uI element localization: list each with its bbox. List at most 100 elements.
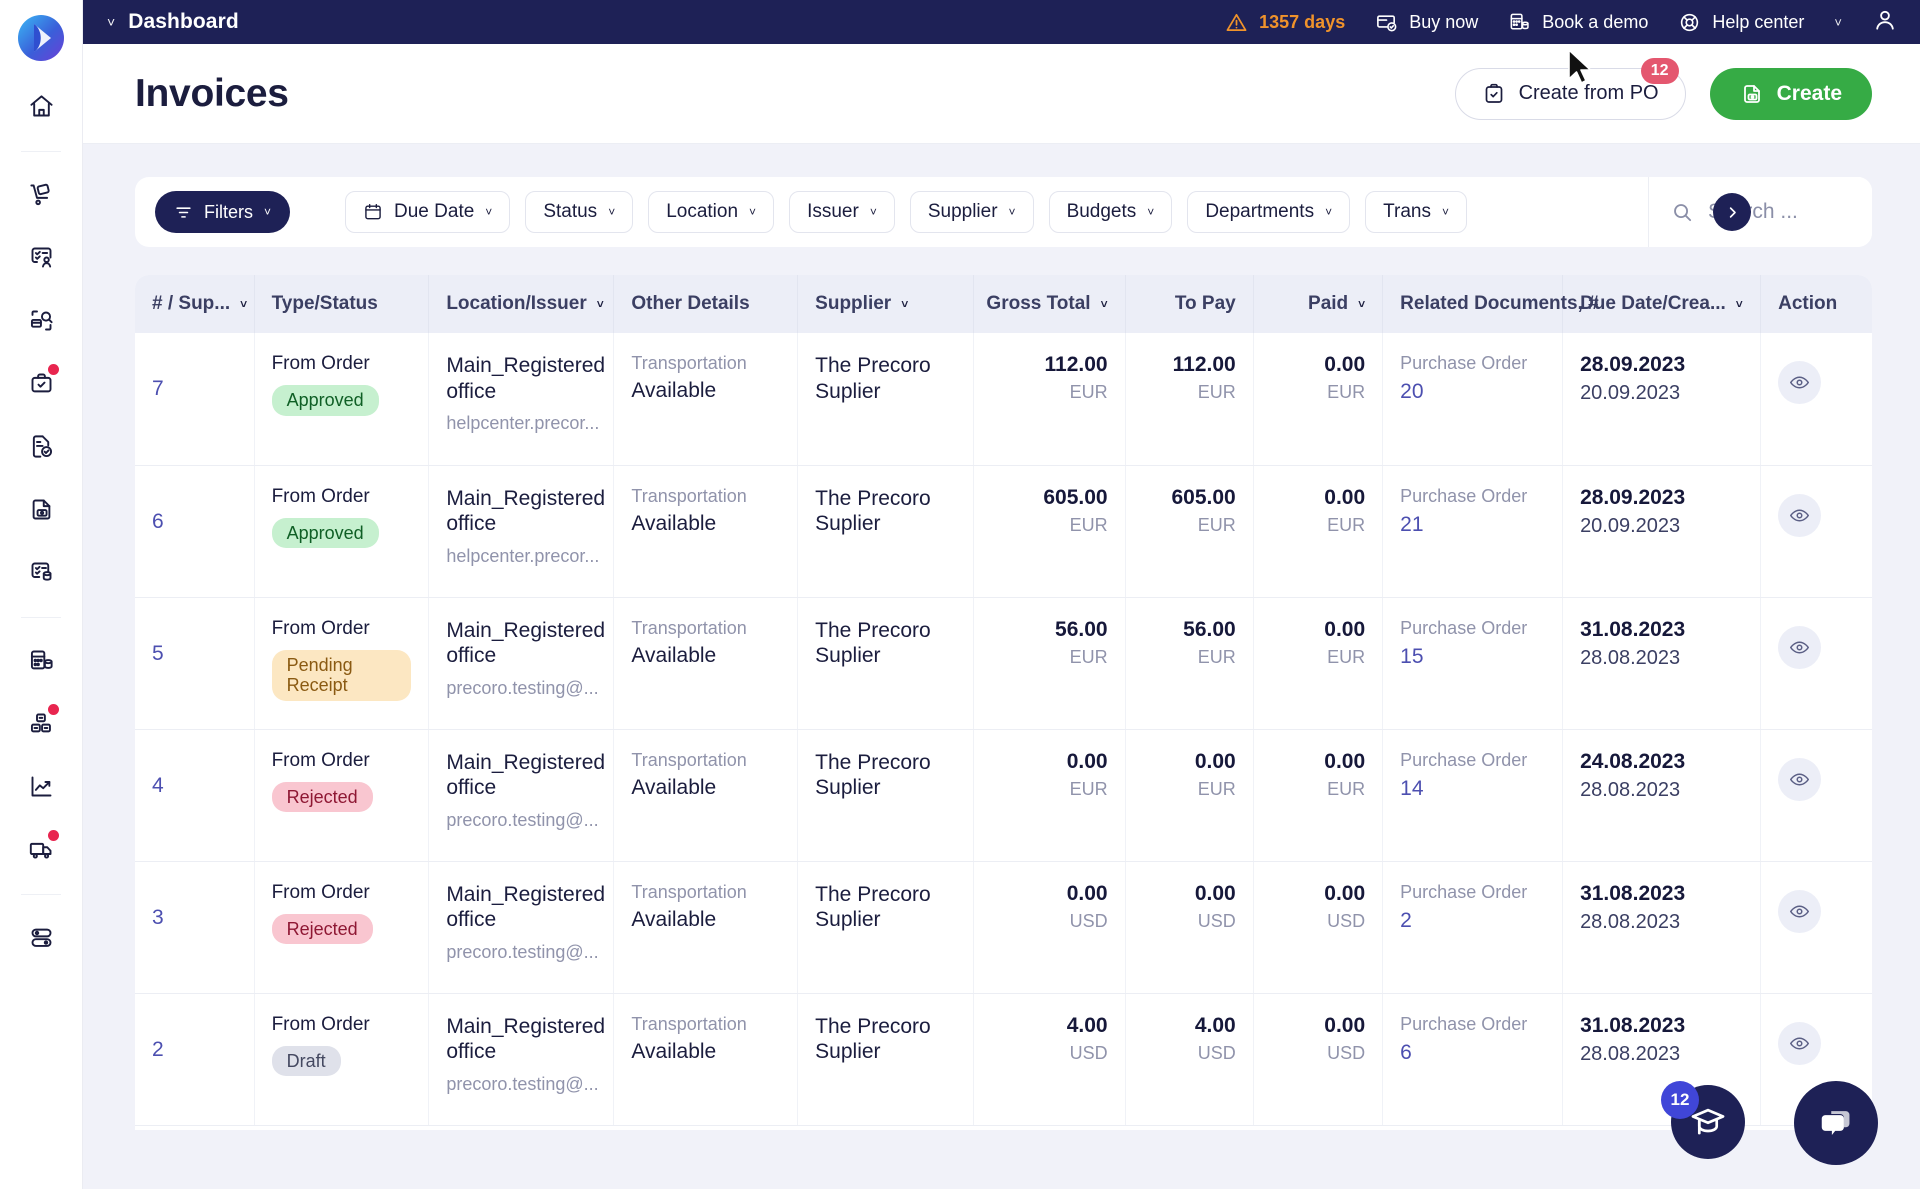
view-invoice-button[interactable] xyxy=(1778,757,1822,801)
help-center-button[interactable]: Help center xyxy=(1678,11,1804,34)
related-document-number[interactable]: 14 xyxy=(1400,777,1545,801)
cell-supplier: The Precoro Suplier xyxy=(797,333,975,466)
other-details-label: Transportation xyxy=(631,881,747,902)
sidebar-item-expenses[interactable] xyxy=(15,546,67,598)
filter-chip-transport[interactable]: Trans ˅ xyxy=(1365,191,1467,233)
learning-center-fab[interactable]: 12 xyxy=(1661,1081,1745,1159)
sidebar-item-receipts[interactable] xyxy=(15,357,67,409)
paid-currency: EUR xyxy=(1327,382,1366,402)
cell-id[interactable]: 7 xyxy=(135,333,255,466)
other-details-value: Available xyxy=(631,775,717,799)
view-invoice-button[interactable] xyxy=(1778,625,1822,669)
create-from-po-button[interactable]: Create from PO 12 xyxy=(1454,57,1686,120)
invoice-type: From Order xyxy=(271,1013,370,1035)
table-row[interactable]: 5 From Order Pending Receipt Main_Registere… xyxy=(135,597,1872,730)
table-row[interactable]: 6 From Order Approved Main_Registered offic… xyxy=(135,465,1872,598)
sidebar-item-settings[interactable] xyxy=(15,911,67,963)
view-invoice-button[interactable] xyxy=(1778,889,1822,933)
created-date: 28.08.2023 xyxy=(1580,910,1681,933)
cell-id[interactable]: 3 xyxy=(135,861,255,994)
cell-id[interactable]: 5 xyxy=(135,597,255,730)
sidebar-item-home[interactable] xyxy=(15,80,67,132)
created-date: 28.08.2023 xyxy=(1580,778,1681,801)
related-document-number[interactable]: 6 xyxy=(1400,1041,1545,1065)
sort-chevron-icon: ˅ xyxy=(1100,297,1108,311)
filter-chip-location[interactable]: Location ˅ xyxy=(648,191,775,233)
filter-chip-supplier[interactable]: Supplier ˅ xyxy=(909,191,1034,233)
column-header-location-issuer[interactable]: Location/Issuer ˅ xyxy=(428,275,615,333)
chat-fab[interactable] xyxy=(1794,1081,1878,1165)
user-avatar-icon[interactable] xyxy=(1872,7,1898,38)
buy-now-button[interactable]: Buy now xyxy=(1375,11,1478,34)
filter-scroll-right-button[interactable] xyxy=(1713,193,1751,231)
column-label: Related Documents, # xyxy=(1400,293,1599,314)
issuer-email: precoro.testing@... xyxy=(446,1073,599,1094)
cell-to-pay: 0.00 USD xyxy=(1125,861,1254,994)
chevron-down-icon: ˅ xyxy=(264,205,272,219)
filter-chip-due-date[interactable]: Due Date ˅ xyxy=(345,191,511,233)
related-document-number[interactable]: 20 xyxy=(1400,380,1545,404)
paid-currency: EUR xyxy=(1327,778,1366,799)
table-row[interactable]: 3 From Order Rejected Main_Registered offic… xyxy=(135,861,1872,994)
to-pay-amount: 0.00 xyxy=(1194,749,1236,773)
table-row[interactable]: 2 From Order Draft Main_Registered office pr… xyxy=(135,993,1872,1126)
status-badge: Approved xyxy=(271,385,379,416)
cell-gross-total: 605.00 EUR xyxy=(973,465,1126,598)
cell-other-details: Transportation Available xyxy=(613,597,799,730)
status-badge: Rejected xyxy=(271,781,373,813)
sidebar-item-suppliers[interactable] xyxy=(15,823,67,875)
filter-chip-status[interactable]: Status ˅ xyxy=(525,191,634,233)
sidebar-item-orders[interactable] xyxy=(15,294,67,346)
dashboard-title[interactable]: Dashboard xyxy=(128,10,239,34)
column-header-supplier[interactable]: Supplier ˅ xyxy=(797,275,975,333)
related-document-number[interactable]: 2 xyxy=(1400,909,1545,933)
sidebar-item-invoices[interactable] xyxy=(15,483,67,535)
status-badge: Draft xyxy=(271,1045,341,1077)
filter-chip-budgets[interactable]: Budgets ˅ xyxy=(1048,191,1173,233)
cell-id[interactable]: 6 xyxy=(135,465,255,598)
column-header-gross-total[interactable]: Gross Total ˅ xyxy=(973,275,1126,333)
chat-bubble-icon xyxy=(1821,1111,1850,1136)
sidebar-item-documents[interactable] xyxy=(15,420,67,472)
sidebar-item-budgets[interactable] xyxy=(15,634,67,686)
column-label: Other Details xyxy=(631,293,750,314)
due-date: 31.08.2023 xyxy=(1580,1013,1686,1037)
sidebar-item-approvals[interactable] xyxy=(15,231,67,283)
chevron-down-icon[interactable]: ˅ xyxy=(107,15,115,29)
view-invoice-button[interactable] xyxy=(1778,493,1822,537)
to-pay-currency: USD xyxy=(1197,1042,1236,1063)
gross-total-amount: 0.00 xyxy=(1066,749,1108,773)
cell-id[interactable]: 2 xyxy=(135,993,255,1126)
table-row[interactable]: 4 From Order Rejected Main_Registered offic… xyxy=(135,729,1872,862)
create-label: Create xyxy=(1776,81,1842,105)
filters-button[interactable]: Filters ˅ xyxy=(155,191,291,233)
issuer-email: precoro.testing@... xyxy=(446,677,599,698)
filter-chip-issuer[interactable]: Issuer ˅ xyxy=(789,191,895,233)
view-invoice-button[interactable] xyxy=(1778,361,1822,404)
sidebar-item-analytics[interactable] xyxy=(15,760,67,812)
view-invoice-button[interactable] xyxy=(1778,1021,1822,1065)
app-logo[interactable] xyxy=(13,10,69,66)
topbar-chevron-down-icon[interactable]: ˅ xyxy=(1834,15,1842,30)
cell-type-status: From Order Draft xyxy=(254,993,430,1126)
book-demo-button[interactable]: Book a demo xyxy=(1508,11,1648,34)
filter-chip-departments[interactable]: Departments ˅ xyxy=(1187,191,1351,233)
column-header-number[interactable]: # / Sup... ˅ xyxy=(135,275,255,333)
related-document-number[interactable]: 21 xyxy=(1400,513,1545,537)
table-row[interactable]: 7 From Order Approved Main_Registered offic… xyxy=(135,333,1872,466)
related-document-number[interactable]: 15 xyxy=(1400,645,1545,669)
column-label: Paid xyxy=(1308,293,1349,314)
sidebar-item-inventory[interactable] xyxy=(15,697,67,749)
column-header-due-date-created[interactable]: Due Date/Crea... ˅ xyxy=(1562,275,1762,333)
cell-to-pay: 56.00 EUR xyxy=(1125,597,1254,730)
created-date: 20.09.2023 xyxy=(1580,382,1681,404)
header-actions: Create from PO 12 Create xyxy=(1454,57,1872,120)
column-header-paid[interactable]: Paid ˅ xyxy=(1253,275,1384,333)
filter-chip-label: Supplier xyxy=(927,201,998,222)
trial-days-indicator[interactable]: 1357 days xyxy=(1225,11,1345,34)
cell-id[interactable]: 4 xyxy=(135,729,255,862)
create-button[interactable]: Create xyxy=(1709,67,1872,120)
cell-gross-total: 56.00 EUR xyxy=(973,597,1126,730)
other-details-label: Transportation xyxy=(631,353,747,373)
sidebar-item-requests[interactable] xyxy=(15,168,67,220)
